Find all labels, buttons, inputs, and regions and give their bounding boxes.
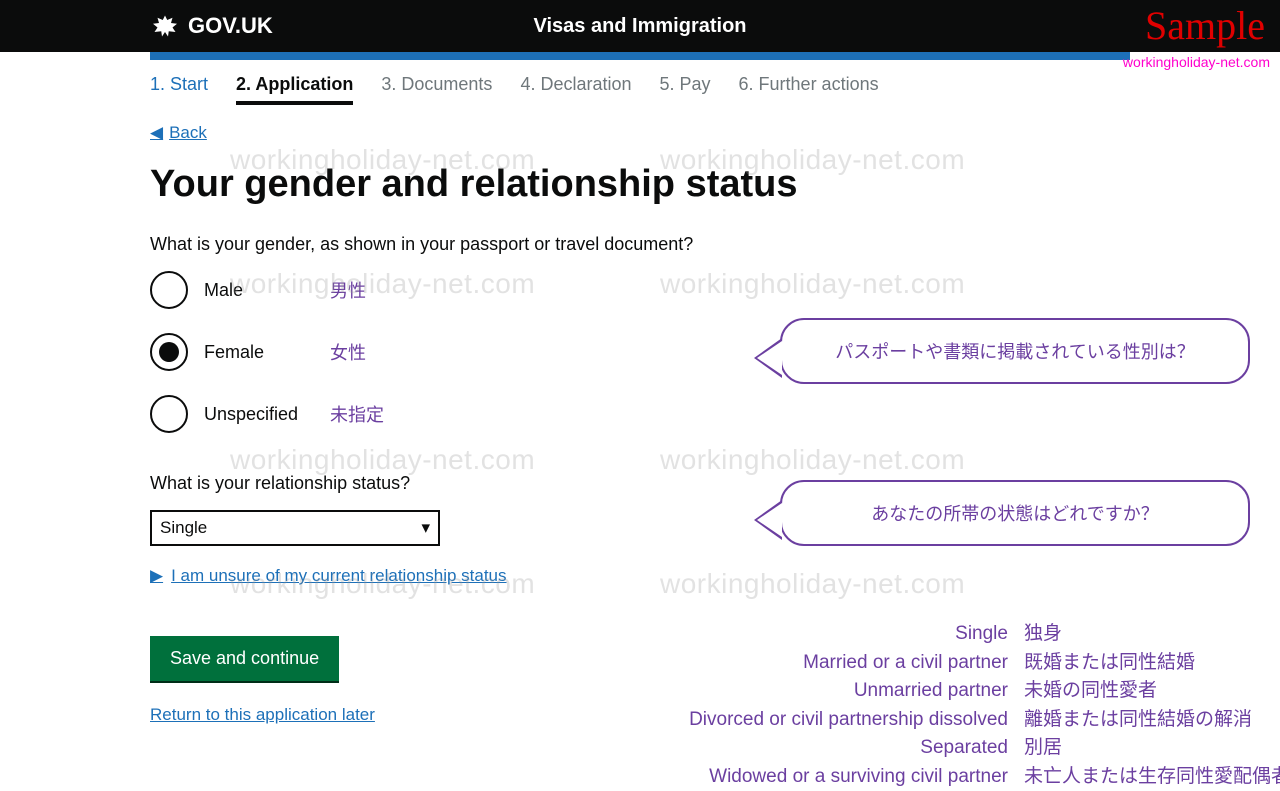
opt-en: Unmarried partner (598, 677, 1008, 706)
bubble-text: パスポートや書類に掲載されている性別は？ (835, 342, 1194, 362)
opt-jp: 独身 (1024, 620, 1062, 649)
annotation-bubble-relationship: あなたの所帯の状態はどれですか？ (780, 480, 1250, 546)
opt-jp: 別居 (1024, 734, 1062, 763)
watermark: workingholiday-net.com (230, 444, 535, 476)
opt-jp: 既婚または同性結婚 (1024, 649, 1195, 678)
relationship-select[interactable]: Single ▾ (150, 510, 440, 546)
domain-watermark: workingholiday-net.com (1123, 54, 1270, 70)
progress-step-declaration[interactable]: 4. Declaration (520, 74, 631, 105)
save-continue-button[interactable]: Save and continue (150, 636, 339, 681)
radio-female[interactable] (150, 333, 188, 371)
govuk-logo[interactable]: GOV.UK (150, 13, 273, 39)
opt-en: Widowed or a surviving civil partner (598, 763, 1008, 791)
main-container: workingholiday-net.com workingholiday-ne… (150, 60, 1130, 765)
radio-label: Male (204, 280, 314, 301)
unsure-details-link[interactable]: ▶ I am unsure of my current relationship… (150, 566, 507, 586)
crown-icon (150, 13, 180, 39)
opt-en: Separated (598, 734, 1008, 763)
progress-step-documents[interactable]: 3. Documents (381, 74, 492, 105)
progress-nav: 1. Start 2. Application 3. Documents 4. … (150, 60, 1130, 115)
accent-bar (150, 52, 1130, 60)
chevron-down-icon: ▾ (421, 518, 430, 538)
watermark: workingholiday-net.com (660, 444, 965, 476)
opt-en: Divorced or civil partnership dissolved (598, 706, 1008, 735)
triangle-left-icon: ◀ (150, 123, 163, 143)
watermark: workingholiday-net.com (660, 568, 965, 600)
site-title: Visas and Immigration (533, 15, 746, 38)
opt-jp: 未亡人または生存同性愛配偶者 (1024, 763, 1280, 791)
progress-step-further[interactable]: 6. Further actions (739, 74, 879, 105)
bubble-text: あなたの所帯の状態はどれですか？ (871, 504, 1158, 524)
opt-jp: 未婚の同性愛者 (1024, 677, 1157, 706)
gender-question: What is your gender, as shown in your pa… (150, 234, 1130, 255)
radio-dot-icon (159, 342, 179, 362)
page-title: Your gender and relationship status (150, 163, 1130, 206)
radio-label: Female (204, 342, 314, 363)
bubble-tail-icon (754, 338, 782, 378)
sample-overlay: Sample (1145, 2, 1265, 49)
opt-en: Single (598, 620, 1008, 649)
annotation-bubble-gender: パスポートや書類に掲載されている性別は？ (780, 318, 1250, 384)
back-label: Back (169, 123, 207, 143)
triangle-right-icon: ▶ (150, 566, 163, 586)
govuk-logo-text: GOV.UK (188, 13, 273, 39)
radio-label: Unspecified (204, 404, 314, 425)
bubble-tail-icon (754, 500, 782, 540)
progress-step-pay[interactable]: 5. Pay (660, 74, 711, 105)
top-header: GOV.UK Visas and Immigration Sample (0, 0, 1280, 52)
relationship-options-legend: Single 独身 Married or a civil partner 既婚または… (598, 620, 1280, 791)
radio-male[interactable] (150, 271, 188, 309)
progress-step-application[interactable]: 2. Application (236, 74, 353, 105)
progress-step-start[interactable]: 1. Start (150, 74, 208, 105)
opt-jp: 離婚または同性結婚の解消 (1024, 706, 1252, 735)
jp-annotation: 女性 (330, 339, 366, 365)
jp-annotation: 男性 (330, 277, 366, 303)
radio-row-unspecified: Unspecified 未指定 (150, 395, 1130, 433)
select-value: Single (160, 518, 207, 538)
jp-annotation: 未指定 (330, 401, 384, 427)
radio-row-male: Male 男性 (150, 271, 1130, 309)
unsure-label: I am unsure of my current relationship s… (171, 566, 506, 586)
opt-en: Married or a civil partner (598, 649, 1008, 678)
back-link[interactable]: ◀ Back (150, 123, 207, 143)
radio-unspecified[interactable] (150, 395, 188, 433)
